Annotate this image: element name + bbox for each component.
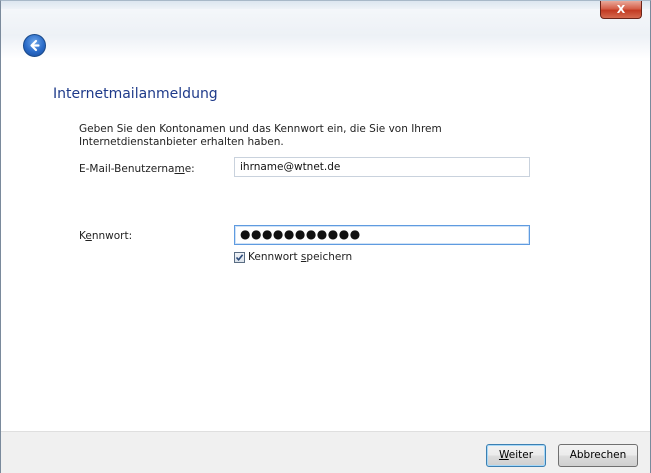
intro-text: Geben Sie den Kontonamen und das Kennwor…	[79, 123, 442, 148]
password-label-post: nnwort:	[91, 230, 133, 242]
wizard-content: Internetmailanmeldung Geben Sie den Kont…	[1, 59, 650, 431]
back-arrow-icon	[30, 39, 40, 52]
remember-password-option[interactable]: Kennwort speichern	[234, 251, 352, 263]
remember-password-label: Kennwort speichern	[248, 251, 352, 263]
password-label: Kennwort:	[79, 230, 132, 242]
cancel-button[interactable]: Abbrechen	[558, 444, 638, 467]
next-label-post: eiter	[508, 449, 534, 461]
page-title: Internetmailanmeldung	[53, 86, 218, 102]
close-button[interactable]: X	[600, 1, 642, 19]
next-label-mnemonic: W	[498, 449, 509, 461]
password-field[interactable]: ●●●●●●●●●●●	[234, 225, 530, 245]
close-icon: X	[616, 3, 626, 16]
username-field[interactable]: ihrname@wtnet.de	[234, 157, 530, 177]
remember-password-checkbox[interactable]	[234, 251, 245, 263]
title-bar: X	[1, 1, 650, 59]
username-label-post: e:	[184, 163, 195, 175]
username-label-pre: E-Mail-Benutzerna	[79, 163, 175, 175]
username-label: E-Mail-Benutzername:	[79, 163, 195, 175]
checkmark-icon	[235, 253, 244, 261]
username-label-mnemonic: m	[174, 163, 185, 175]
remember-label-pre: Kennwort	[248, 251, 301, 263]
window-frame-top	[1, 1, 650, 9]
button-bar: Weiter Abbrechen	[1, 431, 650, 473]
remember-label-post: peichern	[306, 251, 353, 263]
password-value: ●●●●●●●●●●●	[240, 227, 361, 241]
username-value: ihrname@wtnet.de	[240, 161, 341, 173]
wizard-window: X Internetmailanmeldung Geben Sie den Ko…	[0, 0, 651, 473]
back-button[interactable]	[23, 34, 46, 57]
next-button[interactable]: Weiter	[486, 444, 546, 467]
